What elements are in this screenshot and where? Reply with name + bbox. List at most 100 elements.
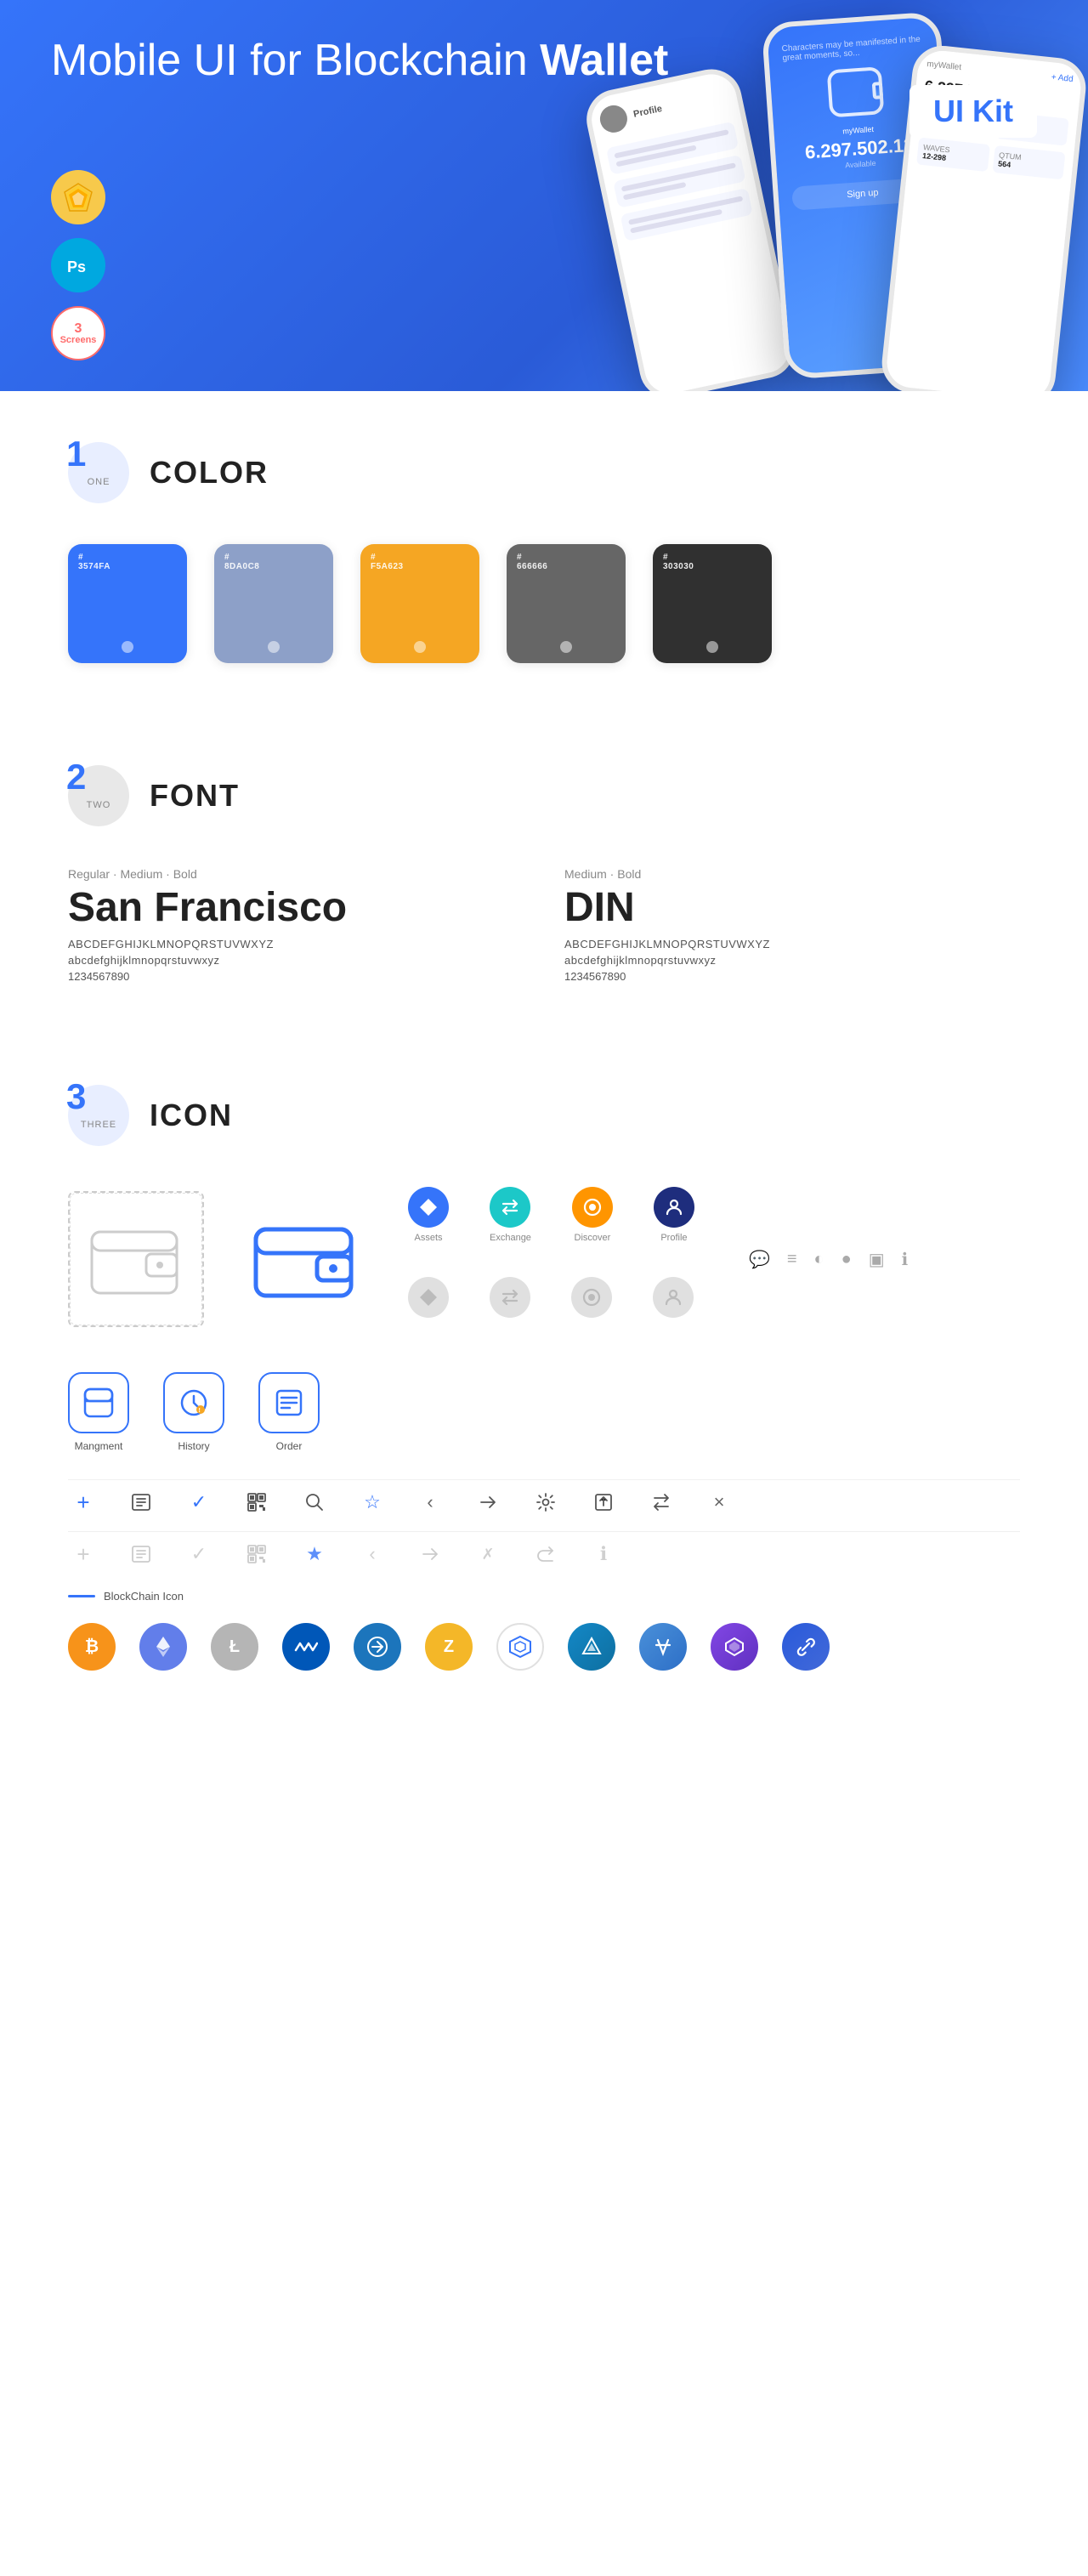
swatch-dot-dark — [706, 641, 718, 653]
font-din-numbers: 1234567890 — [564, 970, 1020, 983]
search-icon — [299, 1487, 330, 1518]
assets-label: Assets — [414, 1233, 442, 1243]
star-icon: ☆ — [357, 1487, 388, 1518]
ui-kit-badge: UI Kit — [910, 85, 1037, 138]
redo-icon-faded — [530, 1539, 561, 1569]
layers-icon: ≡ — [787, 1250, 797, 1269]
nav-exchange: Exchange — [490, 1187, 531, 1243]
crypto-icons-row: ₿ Ł Z — [68, 1623, 1020, 1705]
profile-label: Profile — [660, 1233, 687, 1243]
nav-icons-gray-row — [408, 1277, 694, 1318]
check-icon-faded: ✓ — [184, 1539, 214, 1569]
close-icon: × — [704, 1487, 734, 1518]
font-num-big: 2 — [66, 757, 86, 797]
zcash-icon: Z — [425, 1623, 473, 1671]
swatch-orange: #F5A623 — [360, 544, 479, 663]
misc-small-icons: 💬 ≡ ◐ ● ▣ ℹ — [749, 1249, 908, 1270]
info-icon: ℹ — [902, 1249, 909, 1270]
color-title: COLOR — [150, 455, 269, 491]
profile-icon-gray — [653, 1277, 694, 1318]
qr-icon-faded — [241, 1539, 272, 1569]
chat-icon: 💬 — [749, 1249, 770, 1270]
exchange-icon — [490, 1187, 530, 1228]
blockchain-label: BlockChain Icon — [104, 1590, 184, 1603]
app-history: ! History — [163, 1372, 224, 1452]
discover-icon — [572, 1187, 613, 1228]
assets-icon-gray — [408, 1277, 449, 1318]
font-din-lower: abcdefghijklmnopqrstuvwxyz — [564, 954, 1020, 967]
icon-num-big: 3 — [66, 1076, 86, 1117]
order-icon-box — [258, 1372, 320, 1433]
swatch-dot-slate — [268, 641, 280, 653]
color-sub-label: ONE — [88, 477, 110, 487]
font-sf-upper: ABCDEFGHIJKLMNOPQRSTUVWXYZ — [68, 938, 524, 950]
app-order: Order — [258, 1372, 320, 1452]
blockchain-label-row: BlockChain Icon — [68, 1590, 1020, 1603]
plus-icon: + — [68, 1487, 99, 1518]
swatch-code-blue: #3574FA — [78, 553, 110, 571]
wallet-icon-outline-svg — [85, 1217, 187, 1302]
exchange-icon-gray — [490, 1277, 530, 1318]
font-sub-label: TWO — [87, 800, 111, 810]
ps-badge: Ps — [51, 238, 105, 292]
strat-icon — [568, 1623, 615, 1671]
swatch-slate: #8DA0C8 — [214, 544, 333, 663]
info-icon-faded: ℹ — [588, 1539, 619, 1569]
app-icons-row: Mangment ! History Order — [68, 1372, 1020, 1452]
swatch-blue: #3574FA — [68, 544, 187, 663]
hero-title: Mobile UI for Blockchain Wallet — [51, 34, 668, 87]
chat2-icon: ▣ — [869, 1249, 885, 1270]
wallet-icon-filled-box — [238, 1191, 374, 1327]
screens-badge: 3 Screens — [51, 306, 105, 360]
check-icon: ✓ — [184, 1487, 214, 1518]
ltc-icon: Ł — [211, 1623, 258, 1671]
checkmark-icon-faded: ✗ — [473, 1539, 503, 1569]
matic-icon — [711, 1623, 758, 1671]
nav-exchange-gray — [490, 1277, 530, 1318]
share-icon-faded — [415, 1539, 445, 1569]
discover-label: Discover — [575, 1233, 611, 1243]
hero-section: Mobile UI for Blockchain Wallet UI Kit P… — [0, 0, 1088, 391]
icon-section-number: THREE 3 — [68, 1085, 129, 1146]
swatch-dot-gray — [560, 641, 572, 653]
upload-icon — [588, 1487, 619, 1518]
font-sf-lower: abcdefghijklmnopqrstuvwxyz — [68, 954, 524, 967]
nav-discover: Discover — [572, 1187, 613, 1243]
swatch-dot-blue — [122, 641, 133, 653]
misc-icons-row2: + ✓ ★ ‹ ✗ ℹ — [68, 1531, 1020, 1576]
font-section: TWO 2 FONT Regular · Medium · Bold San F… — [0, 714, 1088, 1034]
svg-text:!: ! — [199, 1408, 201, 1414]
font-section-number: TWO 2 — [68, 765, 129, 826]
wallet-icon-outline-box — [68, 1191, 204, 1327]
grid-icon — [496, 1623, 544, 1671]
waves-icon — [282, 1623, 330, 1671]
assets-icon — [408, 1187, 449, 1228]
chevron-left-faded: ‹ — [357, 1539, 388, 1569]
font-section-header: TWO 2 FONT — [68, 765, 1020, 826]
order-label: Order — [276, 1440, 303, 1452]
color-section: ONE 1 COLOR #3574FA #8DA0C8 #F5A623 #666… — [0, 391, 1088, 714]
nano-icon — [639, 1623, 687, 1671]
qr-icon — [241, 1487, 272, 1518]
swatch-dark: #303030 — [653, 544, 772, 663]
history-label: History — [178, 1440, 209, 1452]
nav-assets-gray — [408, 1277, 449, 1318]
font-din-upper: ABCDEFGHIJKLMNOPQRSTUVWXYZ — [564, 938, 1020, 950]
icon-section: THREE 3 ICON — [0, 1034, 1088, 1756]
svg-text:Ps: Ps — [67, 258, 86, 275]
chevron-left-icon: ‹ — [415, 1487, 445, 1518]
discover-icon-gray — [571, 1277, 612, 1318]
swatch-dot-orange — [414, 641, 426, 653]
star-icon-faded: ★ — [299, 1539, 330, 1569]
icon-section-header: THREE 3 ICON — [68, 1085, 1020, 1146]
exchange-label: Exchange — [490, 1233, 531, 1243]
nav-profile: Profile — [654, 1187, 694, 1243]
dash-icon — [354, 1623, 401, 1671]
misc-row-1: 💬 ≡ ◐ ● ▣ ℹ — [749, 1249, 908, 1270]
profile-icon — [654, 1187, 694, 1228]
history-icon-box: ! — [163, 1372, 224, 1433]
management-icon-box — [68, 1372, 129, 1433]
swatch-code-gray: #666666 — [517, 553, 547, 571]
font-sf-name: San Francisco — [68, 884, 524, 931]
misc-icons-row1: + ✓ ☆ ‹ × — [68, 1479, 1020, 1524]
